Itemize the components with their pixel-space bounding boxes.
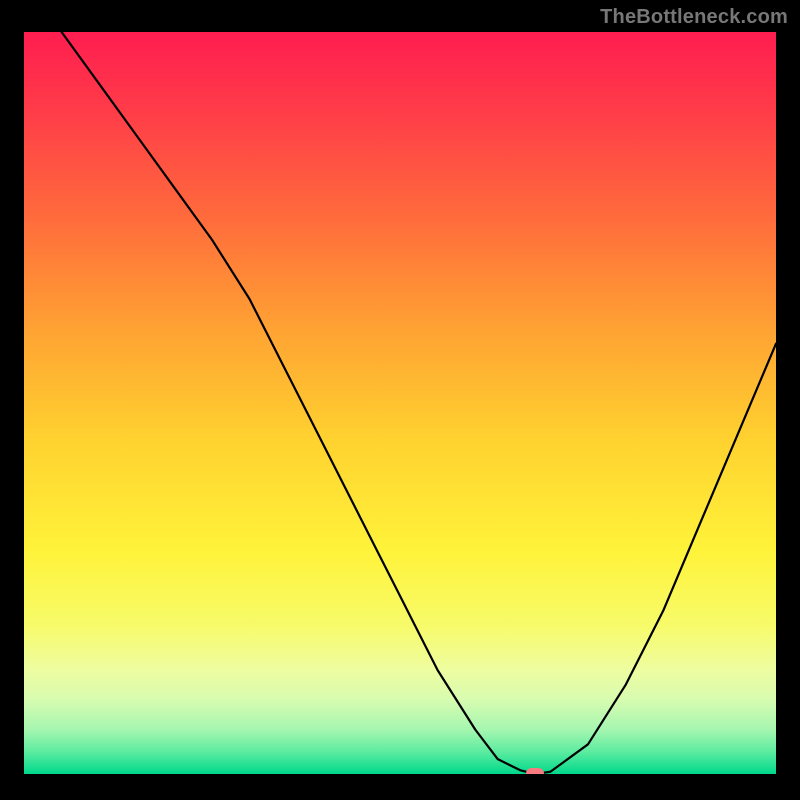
plot-outer <box>14 14 786 786</box>
chart-frame: TheBottleneck.com <box>0 0 800 800</box>
bottleneck-curve <box>24 32 776 774</box>
optimal-point-marker <box>526 768 544 774</box>
watermark-text: TheBottleneck.com <box>600 6 788 29</box>
plot-area <box>24 32 776 774</box>
gradient-background <box>24 32 776 774</box>
